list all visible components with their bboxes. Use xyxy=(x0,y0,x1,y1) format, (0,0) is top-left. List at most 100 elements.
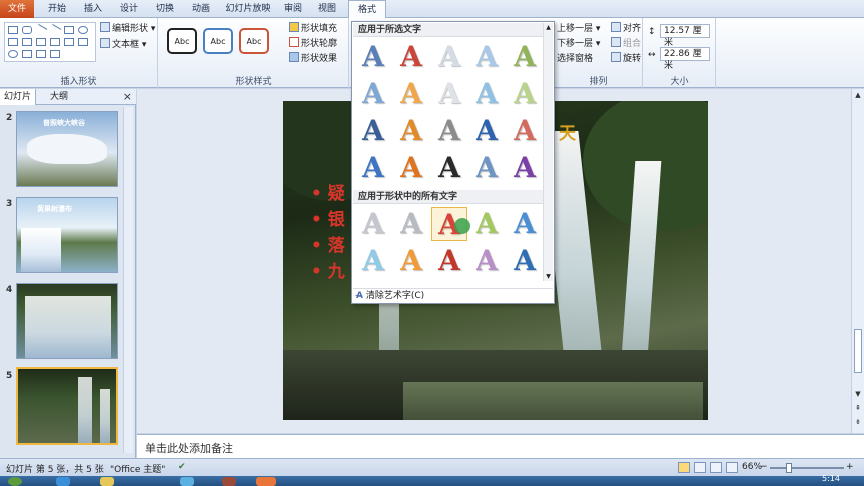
wordart-style-all[interactable]: A xyxy=(393,207,429,241)
tab-transitions[interactable]: 切换 xyxy=(148,0,182,18)
zoom-in-icon[interactable]: + xyxy=(846,462,854,472)
bullet-line[interactable]: • 银 xyxy=(311,205,345,230)
shape-effects-button[interactable]: 形状效果 xyxy=(289,52,337,66)
bullet-line[interactable]: • 疑 xyxy=(311,179,345,204)
previous-slide-icon[interactable]: ⇞ xyxy=(853,403,863,413)
tab-slideshow[interactable]: 幻灯片放映 xyxy=(220,0,276,18)
wordart-style-all[interactable]: A xyxy=(469,244,505,278)
wordart-style-all[interactable]: A xyxy=(355,207,391,241)
zoom-level[interactable]: 66% xyxy=(742,462,762,472)
zoom-slider[interactable] xyxy=(770,467,844,469)
scroll-down-icon[interactable]: ▼ xyxy=(853,389,863,399)
wordart-style-selected[interactable]: A xyxy=(355,114,391,148)
slide-sorter-icon[interactable] xyxy=(694,462,706,473)
tab-insert[interactable]: 插入 xyxy=(76,0,110,18)
slide-thumbnail[interactable] xyxy=(16,367,118,445)
wordart-style-all[interactable]: A xyxy=(431,244,467,278)
wordart-style-selected[interactable]: A xyxy=(431,77,467,111)
wordart-style-all[interactable]: A xyxy=(507,244,543,278)
width-input[interactable]: 22.86 厘米 xyxy=(660,47,710,71)
shapes-gallery[interactable] xyxy=(4,22,96,62)
scroll-up-icon[interactable]: ▲ xyxy=(853,90,863,100)
star-shape-icon[interactable] xyxy=(22,50,32,58)
wordart-style-all[interactable]: A xyxy=(469,207,505,241)
wordart-style-selected[interactable]: A xyxy=(431,40,467,74)
wordart-style-selected[interactable]: A xyxy=(355,40,391,74)
slides-panel-scrollbar[interactable] xyxy=(123,107,133,453)
triangle-shape-icon[interactable] xyxy=(8,38,18,46)
rightarrow-shape-icon[interactable] xyxy=(50,38,60,46)
tab-view[interactable]: 视图 xyxy=(310,0,344,18)
slide-vertical-scrollbar[interactable]: ▲ ▼ ⇞ ⇟ xyxy=(851,89,864,433)
wordart-gallery-dropdown[interactable]: 应用于所选文字 应用于形状中的所有文字 AAAAAAAAAAAAAAAAAAAA… xyxy=(351,21,555,304)
tab-animations[interactable]: 动画 xyxy=(184,0,218,18)
wordart-style-selected[interactable]: A xyxy=(507,151,543,185)
elbow2-shape-icon[interactable] xyxy=(36,38,46,46)
pentagon-shape-icon[interactable] xyxy=(64,38,74,46)
next-slide-icon[interactable]: ⇟ xyxy=(853,417,863,427)
tab-outline[interactable]: 大纲 xyxy=(46,89,72,105)
wordart-style-selected[interactable]: A xyxy=(393,114,429,148)
rect2-shape-icon[interactable] xyxy=(64,26,74,34)
zoom-slider-thumb[interactable] xyxy=(786,463,792,473)
shape-style-1[interactable]: Abc xyxy=(167,28,197,54)
wordart-style-selected[interactable]: A xyxy=(355,77,391,111)
bullet-line[interactable]: • 落 xyxy=(311,231,345,256)
reading-view-icon[interactable] xyxy=(710,462,722,473)
close-icon[interactable]: × xyxy=(123,90,132,104)
wordart-style-selected[interactable]: A xyxy=(431,114,467,148)
scroll-up-icon[interactable]: ▲ xyxy=(544,23,553,32)
tab-design[interactable]: 设计 xyxy=(112,0,146,18)
gallery-scrollbar[interactable]: ▲ ▼ xyxy=(543,23,553,281)
downarrow-shape-icon[interactable] xyxy=(78,38,88,46)
wordart-style-selected[interactable]: A xyxy=(393,151,429,185)
tab-format[interactable]: 格式 xyxy=(348,0,386,19)
wordart-style-all[interactable]: A xyxy=(507,207,543,241)
shape-style-2[interactable]: Abc xyxy=(203,28,233,54)
height-input[interactable]: 12.57 厘米 xyxy=(660,24,710,48)
rotate-button[interactable]: 旋转 xyxy=(611,52,641,66)
arrow-shape-icon[interactable] xyxy=(48,24,62,36)
wordart-style-selected[interactable]: A xyxy=(507,77,543,111)
wordart-style-selected[interactable]: A xyxy=(393,40,429,74)
scroll-down-icon[interactable]: ▼ xyxy=(544,272,553,281)
wordart-style-selected[interactable]: A xyxy=(469,114,505,148)
line-shape-icon[interactable] xyxy=(34,24,48,36)
tab-home[interactable]: 开始 xyxy=(40,0,74,18)
wordart-style-selected[interactable]: A xyxy=(431,151,467,185)
wordart-style-selected[interactable]: A xyxy=(469,151,505,185)
elbow-shape-icon[interactable] xyxy=(22,38,32,46)
start-button-icon[interactable] xyxy=(8,477,22,486)
powerpoint-icon[interactable] xyxy=(256,477,276,486)
roundrect-shape-icon[interactable] xyxy=(22,26,32,34)
tab-slides[interactable]: 幻灯片 xyxy=(0,89,37,105)
bracket-shape-icon[interactable] xyxy=(36,50,46,58)
browser-icon[interactable] xyxy=(56,477,70,486)
slide-thumbnail[interactable]: 黄果树瀑布 xyxy=(16,197,118,273)
wordart-style-selected[interactable]: A xyxy=(507,40,543,74)
align-button[interactable]: 对齐 xyxy=(611,22,641,36)
bullet-line[interactable]: • 九 xyxy=(311,257,345,282)
shape-outline-button[interactable]: 形状轮廓 xyxy=(289,37,337,51)
normal-view-icon[interactable] xyxy=(678,462,690,473)
notes-pane[interactable]: 单击此处添加备注 xyxy=(137,434,864,458)
bring-forward-button[interactable]: 上移一层 ▾ xyxy=(557,22,600,36)
group-button[interactable]: 组合 xyxy=(611,37,641,51)
wordart-style-selected[interactable]: A xyxy=(469,40,505,74)
app-icon[interactable] xyxy=(222,477,236,486)
scroll-thumb[interactable] xyxy=(854,329,862,373)
wordart-style-selected[interactable]: A xyxy=(469,77,505,111)
slide-title[interactable]: 天 xyxy=(559,119,576,144)
shape-style-3[interactable]: Abc xyxy=(239,28,269,54)
clear-wordart-button[interactable]: A̶ 清除艺术字(C) xyxy=(356,288,424,304)
text-box-button[interactable]: 文本框 ▾ xyxy=(100,38,146,52)
slideshow-icon[interactable] xyxy=(726,462,738,473)
wordart-style-all[interactable]: A xyxy=(355,244,391,278)
tab-review[interactable]: 审阅 xyxy=(278,0,308,18)
edit-shape-button[interactable]: 编辑形状 ▾ xyxy=(100,22,155,36)
rect-shape-icon[interactable] xyxy=(8,26,18,34)
tab-file[interactable]: 文件 xyxy=(0,0,34,18)
shape-fill-button[interactable]: 形状填充 xyxy=(289,22,337,36)
send-backward-button[interactable]: 下移一层 ▾ xyxy=(557,37,600,51)
slide-thumbnail[interactable] xyxy=(16,283,118,359)
